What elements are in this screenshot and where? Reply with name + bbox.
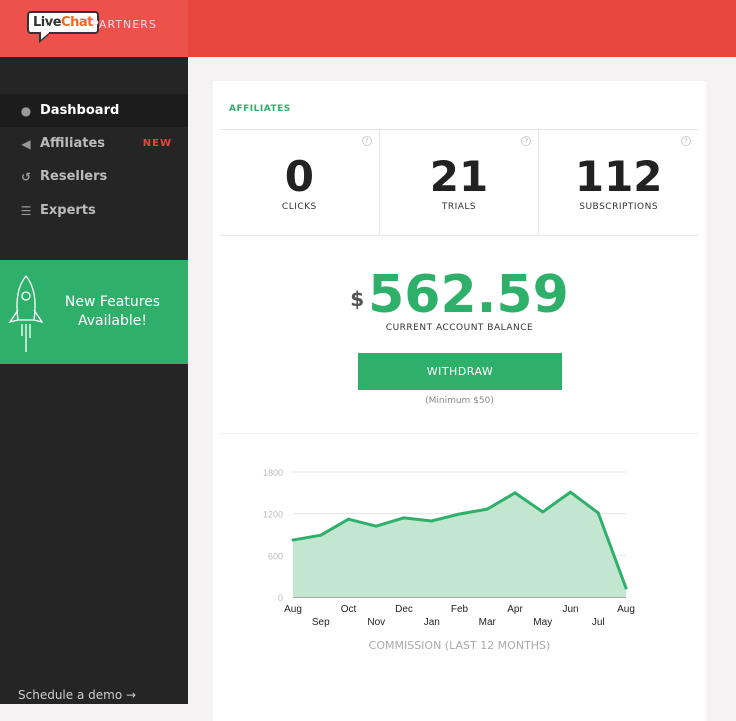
data-point (430, 519, 434, 523)
x-tick-label: Apr (507, 604, 523, 615)
x-tick-label: Sep (312, 617, 330, 628)
user-list-icon: ☰ (20, 203, 32, 218)
data-point (541, 510, 545, 514)
refresh-icon: ↺ (20, 169, 32, 184)
data-point (347, 517, 350, 521)
sidebar-item-label: Resellers (40, 169, 108, 184)
sidebar-item-dashboard[interactable]: ● Dashboard (0, 94, 188, 127)
rocket-icon (8, 274, 44, 352)
x-tick-label: Jun (562, 604, 578, 615)
sidebar-item-affiliates[interactable]: ◀ Affiliates NEW (0, 127, 188, 160)
megaphone-icon: ◀ (21, 136, 31, 151)
x-tick-label: Oct (341, 604, 357, 615)
gauge-icon: ● (20, 103, 32, 118)
promo-text: New Features Available! (64, 294, 161, 329)
schedule-demo-link[interactable]: Schedule a demo → (18, 688, 136, 702)
y-tick-label: 0 (278, 593, 283, 603)
y-tick-label: 1200 (263, 510, 283, 520)
y-tick-label: 1800 (263, 468, 283, 478)
new-features-banner[interactable]: New Features Available! (0, 260, 188, 364)
x-tick-label: May (533, 617, 552, 628)
top-bar: LiveChat PARTNERS (0, 0, 736, 57)
data-point (596, 511, 600, 515)
livechat-logo[interactable]: LiveChat (27, 11, 99, 34)
x-tick-label: Jan (424, 617, 440, 628)
partners-label: PARTNERS (92, 18, 157, 31)
x-tick-label: Jul (592, 617, 605, 628)
data-point (624, 586, 628, 590)
affiliates-card: AFFILIATES ? 0 CLICKS ? 21 TRIALS ? 112 SUBSCR… (213, 81, 706, 721)
sidebar-item-resellers[interactable]: ↺ Resellers (0, 160, 188, 193)
data-point (402, 516, 406, 520)
brand-area: LiveChat PARTNERS (0, 0, 188, 57)
x-tick-label: Mar (479, 617, 497, 628)
x-tick-label: Aug (284, 604, 302, 615)
data-point (513, 491, 517, 495)
new-badge: NEW (142, 138, 172, 149)
data-point (569, 490, 572, 494)
sidebar: ● Dashboard ◀ Affiliates NEW ↺ Resellers ☰ Ex… (0, 57, 188, 704)
data-point (458, 512, 461, 516)
chart-caption: COMMISSION (LAST 12 MONTHS) (368, 639, 551, 652)
x-tick-label: Aug (617, 604, 635, 615)
sidebar-item-experts[interactable]: ☰ Experts (0, 194, 188, 227)
sidebar-item-label: Dashboard (40, 103, 120, 118)
sidebar-item-label: Affiliates (40, 136, 106, 151)
data-point (319, 533, 323, 537)
area-fill (293, 492, 626, 597)
y-tick-label: 600 (268, 551, 283, 561)
data-point (374, 524, 378, 528)
x-tick-label: Feb (451, 604, 469, 615)
sidebar-item-label: Experts (40, 203, 96, 218)
x-tick-label: Dec (395, 604, 413, 615)
data-point (291, 538, 295, 542)
commission-chart: 0 600 1200 1800 Aug Sep Oct Nov Dec Jan Feb Mar Apr M… (263, 468, 635, 628)
x-tick-label: Nov (367, 617, 385, 628)
data-point (485, 507, 489, 511)
